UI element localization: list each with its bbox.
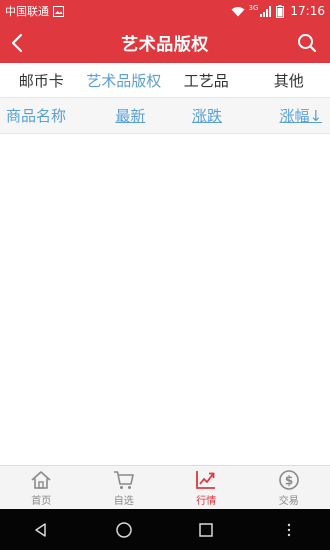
nav-label-trade: 交易 xyxy=(278,495,299,507)
square-recents-icon xyxy=(199,522,213,537)
carrier-label: 中国联通 xyxy=(5,5,49,18)
nav-item-trade[interactable]: $ 交易 xyxy=(248,466,330,509)
status-right: 3G 17:16 xyxy=(231,4,325,18)
image-notification-icon xyxy=(53,5,64,17)
nav-label-home: 首页 xyxy=(31,495,52,507)
back-button[interactable] xyxy=(2,22,32,63)
network-type-label: 3G xyxy=(248,4,259,12)
wifi-icon xyxy=(231,6,245,17)
nav-label-market: 行情 xyxy=(196,495,217,507)
system-nav-bar xyxy=(0,509,330,550)
triangle-back-icon xyxy=(35,522,46,537)
signal-icon xyxy=(260,5,272,17)
system-recents-button[interactable] xyxy=(186,509,226,550)
system-menu-button[interactable] xyxy=(269,509,309,550)
system-back-button[interactable] xyxy=(21,509,61,550)
list-header: 商品名称 最新 涨跌 涨幅↓ xyxy=(0,97,330,134)
page-title: 艺术品版权 xyxy=(121,35,209,55)
clock: 17:16 xyxy=(290,4,325,18)
more-vertical-icon xyxy=(287,523,290,536)
nav-item-watchlist[interactable]: 自选 xyxy=(83,466,166,509)
sort-by-change-pct-button[interactable]: 涨幅↓ xyxy=(245,105,330,126)
status-left: 中国联通 xyxy=(5,3,64,19)
dollar-coin-icon: $ xyxy=(278,469,299,490)
chevron-left-icon xyxy=(11,33,23,52)
svg-text:$: $ xyxy=(285,473,293,487)
tab-other[interactable]: 其他 xyxy=(248,70,330,91)
quote-list[interactable] xyxy=(0,134,330,465)
app-header: 艺术品版权 xyxy=(0,22,330,63)
search-icon xyxy=(298,33,317,52)
nav-item-home[interactable]: 首页 xyxy=(0,466,83,509)
cart-icon xyxy=(113,470,134,489)
trend-icon xyxy=(196,470,216,489)
category-tabs: 邮币卡 艺术品版权 工艺品 其他 xyxy=(0,63,330,97)
sort-by-latest-button[interactable]: 最新 xyxy=(92,105,169,126)
tab-crafts[interactable]: 工艺品 xyxy=(165,70,248,91)
sort-by-change-button[interactable]: 涨跌 xyxy=(169,105,246,126)
nav-item-market[interactable]: 行情 xyxy=(165,466,248,509)
bottom-nav: 首页 自选 行情 $ 交易 xyxy=(0,465,330,509)
column-header-name: 商品名称 xyxy=(6,107,67,125)
status-bar: 中国联通 3G 17:16 xyxy=(0,0,330,22)
tab-stamps-coins-cards[interactable]: 邮币卡 xyxy=(0,70,83,91)
system-home-button[interactable] xyxy=(104,509,144,550)
nav-label-watchlist: 自选 xyxy=(113,495,134,507)
tab-art-copyright[interactable]: 艺术品版权 xyxy=(83,70,166,91)
search-button[interactable] xyxy=(292,22,322,63)
circle-home-icon xyxy=(116,521,132,538)
battery-icon xyxy=(276,4,285,18)
home-icon xyxy=(31,470,51,489)
